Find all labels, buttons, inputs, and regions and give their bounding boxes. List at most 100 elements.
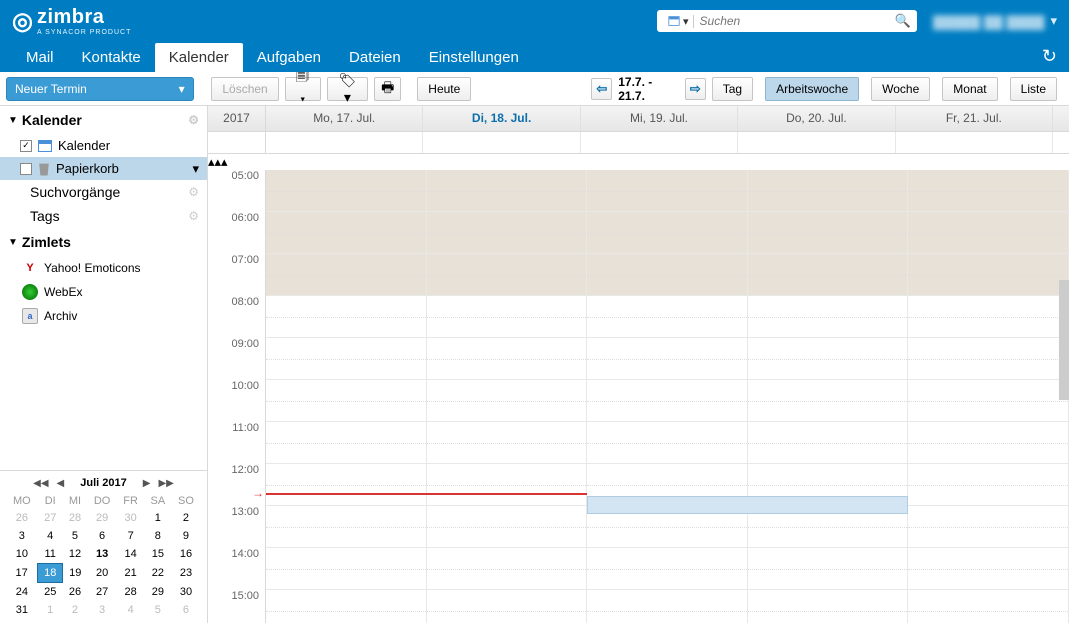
gear-icon[interactable]: ⚙ [188, 185, 199, 199]
minical-day[interactable]: 7 [117, 527, 144, 545]
tab-mail[interactable]: Mail [12, 43, 68, 72]
minical-day[interactable]: 1 [38, 601, 63, 619]
minical-day[interactable]: 10 [6, 545, 38, 564]
allday-resize-grip[interactable]: ▴▴▴ [208, 154, 1069, 170]
day-column[interactable] [748, 170, 909, 623]
search-icon[interactable]: 🔍 [895, 13, 911, 29]
minical-day[interactable]: 6 [171, 601, 200, 619]
view-workweek-button[interactable]: Arbeitswoche [765, 77, 859, 101]
minical-day[interactable]: 16 [171, 545, 200, 564]
tags-section[interactable]: Tags ⚙ [0, 204, 207, 228]
search-input[interactable] [694, 14, 895, 28]
minical-day[interactable]: 27 [87, 583, 117, 602]
next-week-button[interactable]: ⇨ [685, 78, 706, 100]
minical-day[interactable]: 2 [63, 601, 87, 619]
prev-week-button[interactable]: ⇦ [591, 78, 612, 100]
minical-day[interactable]: 20 [87, 564, 117, 583]
minical-day[interactable]: 3 [87, 601, 117, 619]
minical-day[interactable]: 9 [171, 527, 200, 545]
minical-day[interactable]: 17 [6, 564, 38, 583]
gear-icon[interactable]: ⚙ [188, 209, 199, 223]
minical-day[interactable]: 12 [63, 545, 87, 564]
minical-next-month[interactable]: ▶ [143, 478, 151, 489]
day-header[interactable]: Di, 18. Jul. [423, 106, 580, 131]
user-menu[interactable]: ▓▓▓▓▓ ▓▓ ▓▓▓▓ ▾ [933, 13, 1057, 29]
search-box[interactable]: ▾ 🔍 [657, 10, 917, 32]
minical-day[interactable]: 11 [38, 545, 63, 564]
minical-day[interactable]: 22 [144, 564, 171, 583]
today-button[interactable]: Heute [417, 77, 471, 101]
day-column[interactable] [427, 170, 588, 623]
minical-day[interactable]: 2 [171, 509, 200, 527]
minical-day[interactable]: 26 [6, 509, 38, 527]
refresh-button[interactable]: ↻ [1042, 46, 1057, 67]
day-column[interactable] [908, 170, 1069, 623]
minical-day[interactable]: 8 [144, 527, 171, 545]
tab-calendar[interactable]: Kalender [155, 43, 243, 72]
minical-day[interactable]: 6 [87, 527, 117, 545]
tab-contacts[interactable]: Kontakte [68, 43, 155, 72]
day-header[interactable]: Do, 20. Jul. [738, 106, 895, 131]
tab-files[interactable]: Dateien [335, 43, 415, 72]
minical-day[interactable]: 28 [117, 583, 144, 602]
minical-day[interactable]: 29 [144, 583, 171, 602]
minical-day[interactable]: 3 [6, 527, 38, 545]
gear-icon[interactable]: ⚙ [188, 113, 199, 127]
minical-day[interactable]: 15 [144, 545, 171, 564]
searches-section[interactable]: Suchvorgänge ⚙ [0, 180, 207, 204]
scrollbar-thumb[interactable] [1059, 280, 1069, 400]
minical-day[interactable]: 21 [117, 564, 144, 583]
calendar-item-default[interactable]: ✓ Kalender [0, 134, 207, 157]
tab-settings[interactable]: Einstellungen [415, 43, 533, 72]
day-header[interactable]: Mo, 17. Jul. [266, 106, 423, 131]
day-column[interactable] [266, 170, 427, 623]
minical-day[interactable]: 5 [63, 527, 87, 545]
print-button[interactable]: 🖶 [374, 77, 401, 101]
day-header[interactable]: Fr, 21. Jul. [896, 106, 1053, 131]
minical-day[interactable]: 19 [63, 564, 87, 583]
calendar-item-trash[interactable]: Papierkorb ▾ [0, 157, 207, 180]
minical-day[interactable]: 30 [171, 583, 200, 602]
calendar-checkbox[interactable]: ✓ [20, 140, 32, 152]
minical-day[interactable]: 25 [38, 583, 63, 602]
tag-dropdown-button[interactable]: 🏷 ▾ [327, 77, 368, 101]
view-week-button[interactable]: Woche [871, 77, 930, 101]
minical-day[interactable]: 4 [117, 601, 144, 619]
new-appointment-button[interactable]: Neuer Termin ▾ [6, 77, 194, 101]
calendars-section-header[interactable]: ▼ Kalender ⚙ [0, 106, 207, 134]
zimlet-yahoo[interactable]: Y Yahoo! Emoticons [0, 256, 207, 280]
minical-day[interactable]: 27 [38, 509, 63, 527]
chevron-down-icon[interactable]: ▾ [192, 161, 199, 177]
calendar-checkbox[interactable] [20, 163, 32, 175]
minical-next-year[interactable]: ▶▶ [158, 478, 173, 489]
minical-day[interactable]: 13 [87, 545, 117, 564]
minical-day[interactable]: 26 [63, 583, 87, 602]
print-dropdown-button[interactable]: 🗐 ▾ [285, 77, 321, 101]
day-column[interactable] [587, 170, 748, 623]
minical-day[interactable]: 18 [38, 564, 63, 583]
zimlets-section-header[interactable]: ▼ Zimlets [0, 228, 207, 256]
zimlet-webex[interactable]: WebEx [0, 280, 207, 304]
minical-prev-year[interactable]: ◀◀ [33, 478, 48, 489]
view-list-button[interactable]: Liste [1010, 77, 1057, 101]
delete-button[interactable]: Löschen [211, 77, 278, 101]
minical-day[interactable]: 30 [117, 509, 144, 527]
minical-day[interactable]: 29 [87, 509, 117, 527]
tab-tasks[interactable]: Aufgaben [243, 43, 335, 72]
minical-day[interactable]: 31 [6, 601, 38, 619]
minical-day[interactable]: 23 [171, 564, 200, 583]
minical-day[interactable]: 24 [6, 583, 38, 602]
date-range[interactable]: 17.7. - 21.7. [614, 75, 683, 103]
day-header[interactable]: Mi, 19. Jul. [581, 106, 738, 131]
minical-day[interactable]: 28 [63, 509, 87, 527]
minical-day[interactable]: 1 [144, 509, 171, 527]
zimlet-archive[interactable]: a Archiv [0, 304, 207, 328]
minical-day[interactable]: 4 [38, 527, 63, 545]
view-day-button[interactable]: Tag [712, 77, 753, 101]
view-month-button[interactable]: Monat [942, 77, 997, 101]
minical-day[interactable]: 5 [144, 601, 171, 619]
minical-day[interactable]: 14 [117, 545, 144, 564]
minical-prev-month[interactable]: ◀ [57, 478, 65, 489]
calendar-event[interactable] [587, 496, 908, 514]
search-scope-dropdown[interactable]: ▾ [663, 15, 694, 28]
